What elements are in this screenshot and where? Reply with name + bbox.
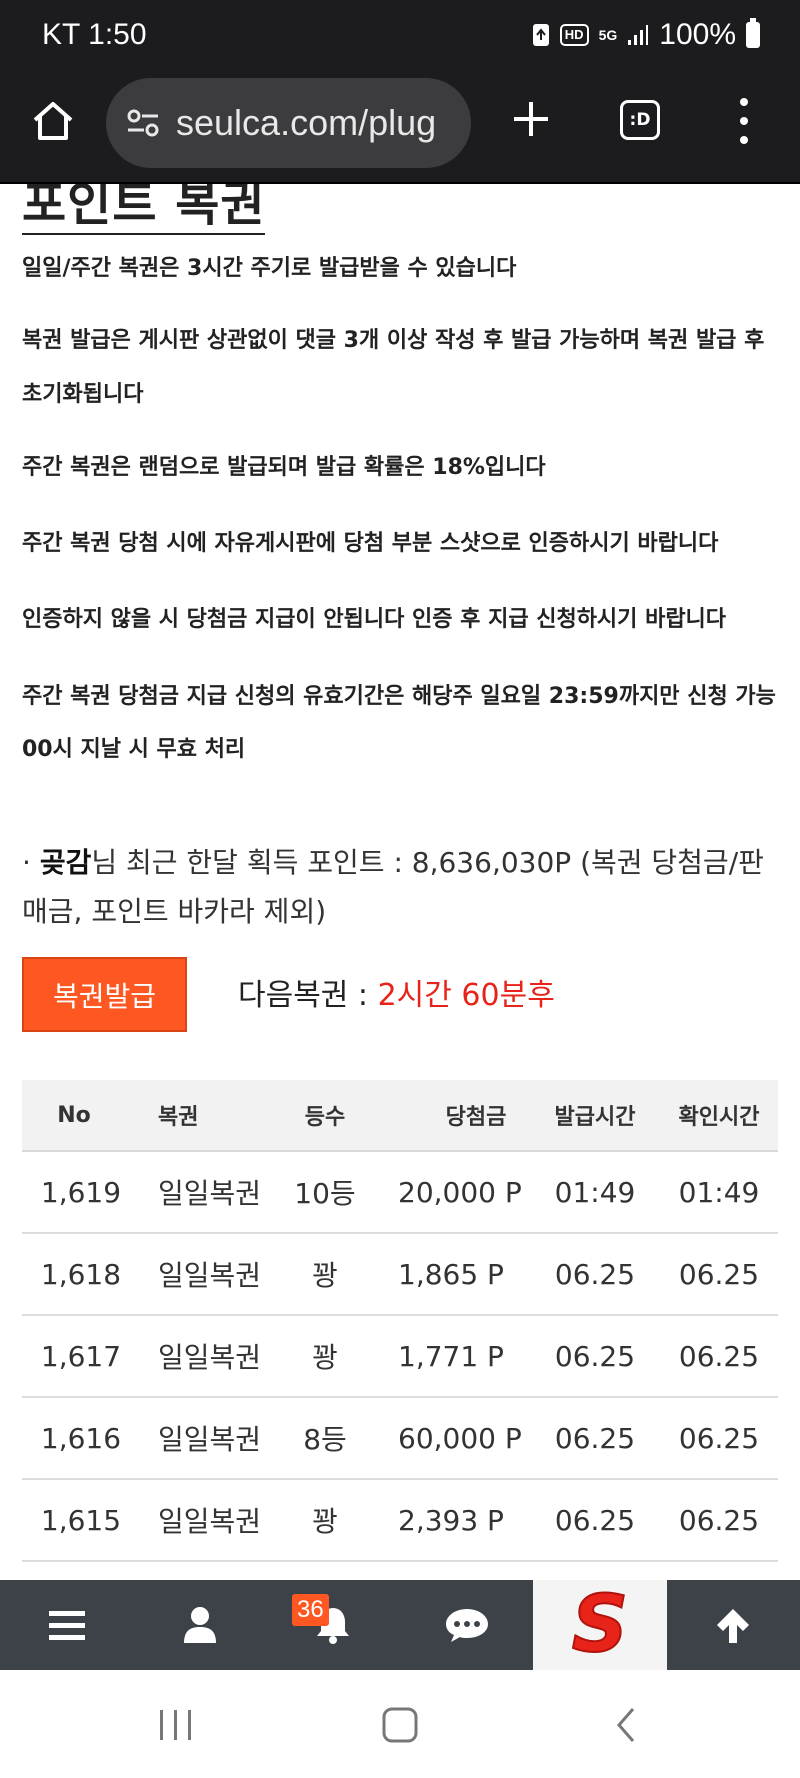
row-checked-time: 06.25 — [678, 1421, 760, 1455]
table-row: 1,616 일일복권 8등 60,000 P 06.25 06.25 — [22, 1398, 778, 1480]
row-lottery: 일일복권 — [158, 1259, 262, 1292]
more-menu-icon[interactable] — [737, 98, 751, 144]
table-row: 1,617 일일복권 꽝 1,771 P 06.25 06.25 — [22, 1316, 778, 1398]
row-no: 1,616 — [40, 1421, 122, 1455]
notice-line: 00시 지날 시 무효 처리 — [22, 737, 246, 762]
page-content: 포인트 복권 일일/주간 복권은 3시간 주기로 발급받을 수 있습니다 복권 … — [0, 184, 800, 1580]
tab-switcher-button[interactable]: :D — [620, 100, 660, 140]
row-rank: 꽝 — [312, 1505, 338, 1538]
row-lottery: 일일복권 — [158, 1341, 262, 1374]
app-bottom-nav: S 36 — [0, 1580, 800, 1670]
battery-percent: 100% — [659, 18, 736, 51]
row-lottery: 일일복권 — [158, 1505, 262, 1538]
next-lottery-time: 2시간 60분후 — [377, 978, 555, 1013]
row-prize: 1,771 P — [398, 1339, 504, 1373]
site-logo[interactable]: S — [533, 1580, 667, 1670]
status-time: KT 1:50 — [42, 18, 147, 51]
back-icon[interactable] — [596, 1700, 656, 1750]
row-issued-time: 06.25 — [554, 1503, 636, 1537]
5g-icon: 5G — [598, 27, 618, 43]
header-prize: 당첨금 — [445, 1105, 507, 1130]
site-settings-icon[interactable] — [126, 108, 160, 138]
header-checked-time: 확인시간 — [678, 1105, 760, 1130]
notice-line: 주간 복권 당첨 시에 자유게시판에 당첨 부분 스샷으로 인증하시기 바랍니다 — [22, 531, 719, 556]
row-checked-time: 06.25 — [678, 1503, 760, 1537]
row-issued-time: 01:49 — [554, 1175, 636, 1209]
row-no: 1,618 — [40, 1257, 122, 1291]
issue-lottery-button[interactable]: 복권발급 — [22, 957, 187, 1032]
lottery-table: No 복권 등수 당첨금 발급시간 확인시간 1,619 일일복권 10등 20… — [22, 1080, 778, 1562]
header-rank: 등수 — [304, 1105, 346, 1130]
home-icon[interactable] — [30, 98, 76, 144]
user-nickname: 곶감 — [39, 846, 92, 879]
bell-icon[interactable] — [267, 1580, 400, 1670]
chat-icon[interactable] — [400, 1580, 533, 1670]
recents-icon[interactable] — [146, 1700, 206, 1750]
next-lottery: 다음복권 : 2시간 60분후 — [238, 970, 555, 1014]
arrow-up-icon[interactable] — [667, 1580, 800, 1670]
row-no: 1,617 — [40, 1339, 122, 1373]
svg-text:S: S — [572, 1587, 628, 1663]
row-checked-time: 01:49 — [678, 1175, 760, 1209]
row-rank: 꽝 — [312, 1341, 338, 1374]
status-icons: HD 5G 100% — [532, 18, 760, 52]
row-issued-time: 06.25 — [554, 1339, 636, 1373]
new-tab-icon[interactable] — [506, 94, 556, 144]
row-prize: 2,393 P — [398, 1503, 504, 1537]
status-bar: KT 1:50 HD 5G 100% — [0, 0, 800, 72]
row-lottery: 일일복권 — [158, 1177, 262, 1210]
row-no: 1,615 — [40, 1503, 122, 1537]
table-row: 1,619 일일복권 10등 20,000 P 01:49 01:49 — [22, 1152, 778, 1234]
monthly-points-text: 님 최근 한달 획득 포인트 : 8,636,030P (복권 당첨금/판매금,… — [22, 846, 764, 928]
notice-line: 복권 발급은 게시판 상관없이 댓글 3개 이상 작성 후 발급 가능하며 복권… — [22, 328, 765, 353]
browser-toolbar: seulca.com/plug :D — [0, 72, 800, 184]
notice-line: 초기화됩니다 — [22, 382, 144, 407]
notification-badge: 36 — [292, 1594, 329, 1626]
row-lottery: 일일복권 — [158, 1423, 262, 1456]
row-checked-time: 06.25 — [678, 1257, 760, 1291]
home-button-icon[interactable] — [370, 1700, 430, 1750]
header-no: No — [57, 1102, 91, 1128]
row-issued-time: 06.25 — [554, 1421, 636, 1455]
url-bar[interactable]: seulca.com/plug — [106, 78, 471, 168]
row-rank: 꽝 — [312, 1259, 338, 1292]
notice-line: 주간 복권 당첨금 지급 신청의 유효기간은 해당주 일요일 23:59까지만 … — [22, 684, 776, 709]
notice-line: 주간 복권은 랜덤으로 발급되며 발급 확률은 18%입니다 — [22, 455, 546, 480]
sync-icon — [532, 23, 550, 47]
signal-icon — [627, 24, 649, 46]
hd-icon: HD — [559, 24, 589, 46]
next-lottery-label: 다음복권 : — [238, 978, 378, 1013]
table-row: 1,615 일일복권 꽝 2,393 P 06.25 06.25 — [22, 1480, 778, 1562]
header-lottery: 복권 — [158, 1105, 199, 1130]
table-row: 1,618 일일복권 꽝 1,865 P 06.25 06.25 — [22, 1234, 778, 1316]
menu-icon[interactable] — [0, 1580, 133, 1670]
row-prize: 60,000 P — [398, 1421, 522, 1455]
row-prize: 1,865 P — [398, 1257, 504, 1291]
battery-icon — [746, 18, 760, 48]
row-rank: 10등 — [294, 1177, 356, 1210]
notice-line: 일일/주간 복권은 3시간 주기로 발급받을 수 있습니다 — [22, 256, 517, 281]
monthly-points: · 곶감님 최근 한달 획득 포인트 : 8,636,030P (복권 당첨금/… — [22, 838, 782, 936]
header-issued-time: 발급시간 — [554, 1105, 636, 1130]
user-icon[interactable] — [133, 1580, 266, 1670]
bullet: · — [22, 846, 31, 879]
page-title: 포인트 복권 — [22, 184, 266, 232]
row-no: 1,619 — [40, 1175, 122, 1209]
row-issued-time: 06.25 — [554, 1257, 636, 1291]
row-rank: 8등 — [303, 1423, 347, 1456]
row-checked-time: 06.25 — [678, 1339, 760, 1373]
row-prize: 20,000 P — [398, 1175, 522, 1209]
notice-line: 인증하지 않을 시 당첨금 지급이 안됩니다 인증 후 지급 신청하시기 바랍니… — [22, 607, 727, 632]
url-text: seulca.com/plug — [176, 102, 437, 143]
system-nav-bar — [0, 1670, 800, 1778]
title-underline — [22, 233, 265, 235]
table-header: No 복권 등수 당첨금 발급시간 확인시간 — [22, 1080, 778, 1152]
